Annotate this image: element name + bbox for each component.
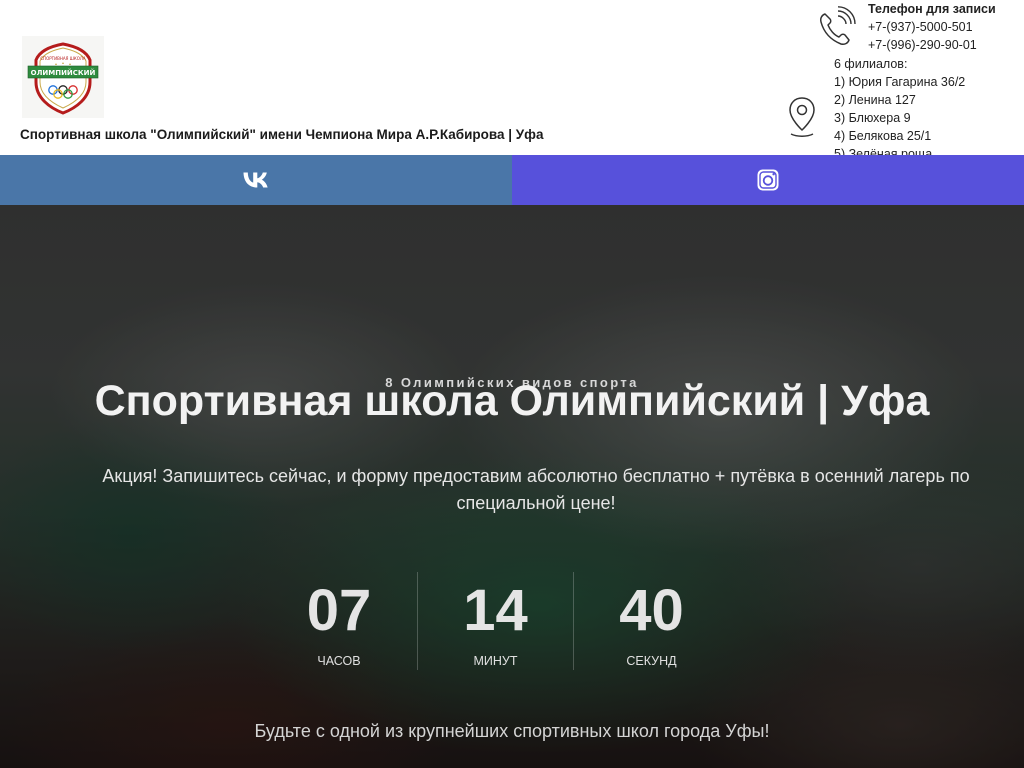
branches-list: 6 филиалов: 1) Юрия Гагарина 36/2 2) Лен… bbox=[834, 55, 1014, 155]
phone-block: Телефон для записи +7-(937)-5000-501 +7-… bbox=[868, 0, 996, 54]
vk-icon bbox=[243, 172, 268, 188]
phone-label: Телефон для записи bbox=[868, 2, 996, 16]
hero-section: 8 Олимпийских видов спорта Спортивная шк… bbox=[0, 205, 1024, 768]
hero-title: Спортивная школа Олимпийский | Уфа bbox=[94, 377, 930, 425]
svg-text:СПОРТИВНАЯ ШКОЛА: СПОРТИВНАЯ ШКОЛА bbox=[40, 56, 86, 61]
branch-item: 2) Ленина 127 bbox=[834, 93, 916, 107]
branch-item: 4) Белякова 25/1 bbox=[834, 129, 932, 143]
vk-button[interactable] bbox=[0, 155, 512, 205]
branches-title: 6 филиалов: bbox=[834, 57, 908, 71]
countdown-minutes: 14 минут bbox=[417, 572, 573, 670]
branch-item: 1) Юрия Гагарина 36/2 bbox=[834, 75, 966, 89]
logo-emblem: СПОРТИВНАЯ ШКОЛА ОЛИМПИЙСКИЙ bbox=[27, 42, 99, 115]
countdown-value: 07 bbox=[306, 578, 372, 643]
countdown-seconds: 40 секунд bbox=[573, 572, 729, 670]
phone-icon bbox=[816, 6, 856, 48]
countdown-hours: 07 часов bbox=[261, 572, 417, 670]
countdown-label: секунд bbox=[626, 654, 677, 668]
svg-text:ОЛИМПИЙСКИЙ: ОЛИМПИЙСКИЙ bbox=[31, 68, 96, 77]
branch-item: 5) Зелёная роща bbox=[834, 147, 933, 155]
map-pin-icon bbox=[787, 96, 817, 138]
school-logo[interactable]: СПОРТИВНАЯ ШКОЛА ОЛИМПИЙСКИЙ bbox=[22, 36, 104, 118]
countdown-timer: 07 часов 14 минут 40 секунд bbox=[261, 572, 729, 670]
countdown-label: минут bbox=[473, 654, 518, 668]
countdown-value: 40 bbox=[619, 578, 684, 643]
countdown-label: часов bbox=[317, 654, 361, 668]
phone-number-1[interactable]: +7-(937)-5000-501 bbox=[868, 18, 996, 36]
social-bar bbox=[0, 155, 1024, 205]
site-title: Спортивная школа "Олимпийский" имени Чем… bbox=[20, 127, 544, 142]
hero-subtitle: Акция! Запишитесь сейчас, и форму предос… bbox=[102, 466, 970, 513]
instagram-icon bbox=[757, 169, 779, 191]
phone-number-2[interactable]: +7-(996)-290-90-01 bbox=[868, 36, 996, 54]
hero-bottom-text: Будьте с одной из крупнейших спортивных … bbox=[254, 721, 770, 741]
branch-item: 3) Блюхера 9 bbox=[834, 111, 911, 125]
countdown-value: 14 bbox=[463, 578, 528, 643]
instagram-button[interactable] bbox=[512, 155, 1024, 205]
site-header: СПОРТИВНАЯ ШКОЛА ОЛИМПИЙСКИЙ Спортивная … bbox=[0, 0, 1024, 155]
